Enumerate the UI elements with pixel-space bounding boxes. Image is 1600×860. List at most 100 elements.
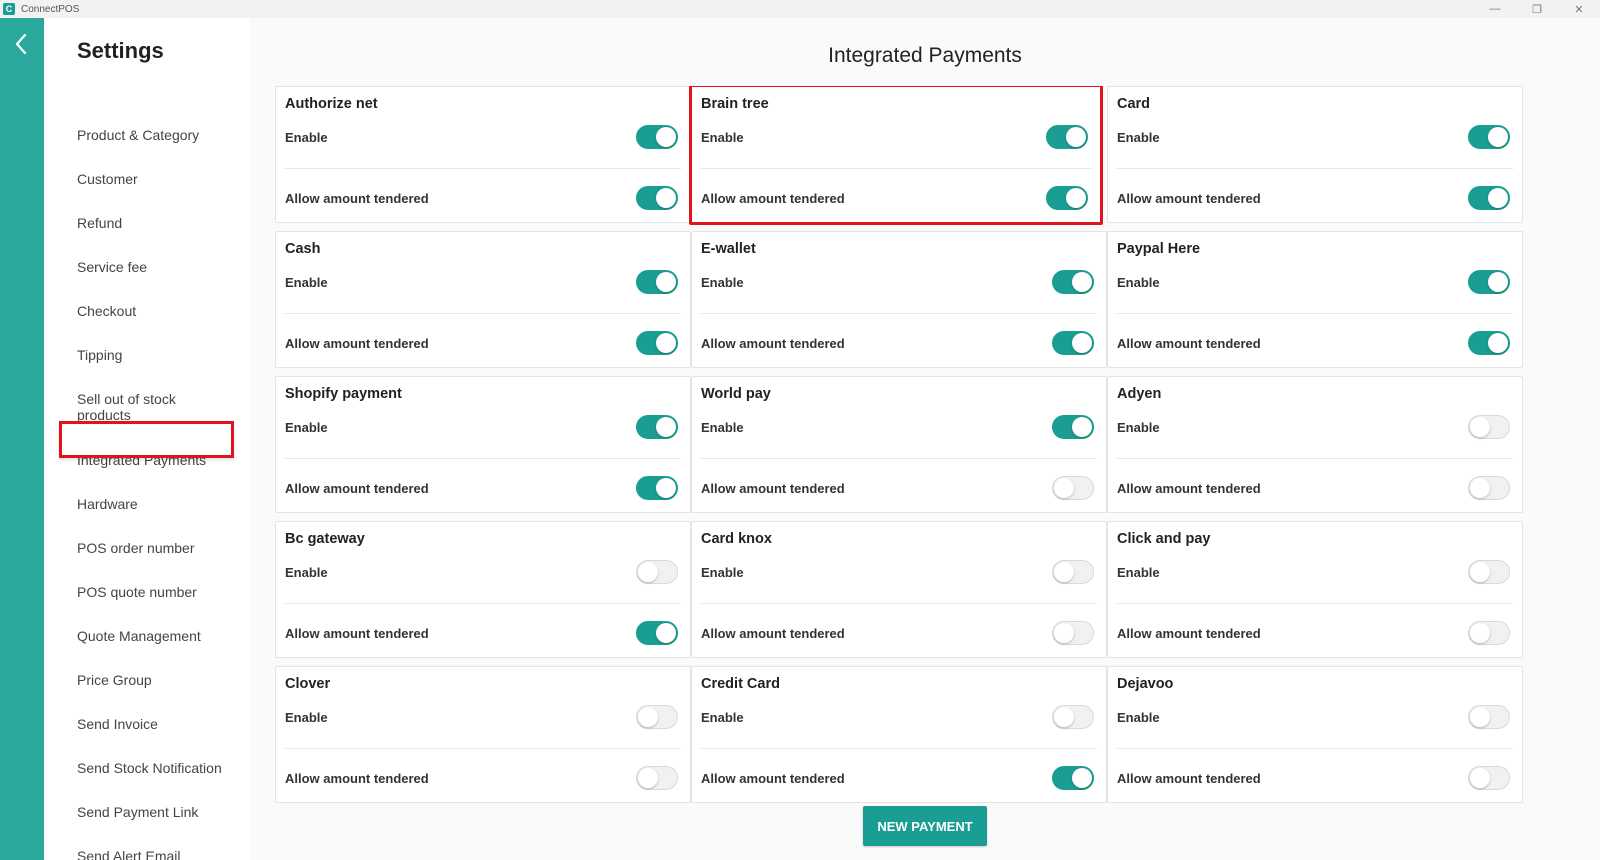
allow-amount-tendered-toggle[interactable]: [636, 766, 678, 790]
minimize-icon[interactable]: —: [1488, 3, 1502, 15]
row-divider: [1117, 458, 1513, 459]
allow-amount-tendered-label: Allow amount tendered: [701, 336, 845, 351]
allow-amount-tendered-label: Allow amount tendered: [285, 336, 429, 351]
sidebar-item-pos-quote-number[interactable]: POS quote number: [77, 584, 242, 600]
toggle-knob: [1072, 272, 1092, 292]
new-payment-button[interactable]: NEW PAYMENT: [863, 806, 987, 846]
enable-toggle[interactable]: [636, 705, 678, 729]
toggle-knob: [1072, 333, 1092, 353]
payment-name: E-wallet: [701, 241, 756, 257]
enable-toggle[interactable]: [1052, 415, 1094, 439]
allow-amount-tendered-label: Allow amount tendered: [285, 771, 429, 786]
enable-toggle[interactable]: [1468, 270, 1510, 294]
toggle-knob: [656, 333, 676, 353]
sidebar-item-hardware[interactable]: Hardware: [77, 496, 242, 512]
toggle-knob: [1488, 188, 1508, 208]
toggle-knob: [638, 562, 658, 582]
sidebar-item-service-fee[interactable]: Service fee: [77, 259, 242, 275]
sidebar-item-sell-out-of-stock[interactable]: Sell out of stock products: [77, 391, 207, 423]
payment-name: Card: [1117, 96, 1151, 112]
payment-card-bc-gateway: Bc gateway Enable Allow amount tendered: [275, 521, 691, 658]
enable-toggle[interactable]: [636, 125, 678, 149]
toggle-knob: [656, 417, 676, 437]
allow-amount-tendered-toggle[interactable]: [1052, 476, 1094, 500]
allow-amount-tendered-toggle[interactable]: [1468, 766, 1510, 790]
allow-amount-tendered-toggle[interactable]: [1052, 331, 1094, 355]
enable-toggle[interactable]: [636, 415, 678, 439]
payment-name: Brain tree: [701, 96, 769, 112]
enable-label: Enable: [285, 275, 328, 290]
allow-amount-tendered-toggle[interactable]: [1468, 621, 1510, 645]
allow-amount-tendered-toggle[interactable]: [1468, 476, 1510, 500]
toggle-knob: [656, 127, 676, 147]
enable-toggle[interactable]: [636, 270, 678, 294]
allow-amount-tendered-label: Allow amount tendered: [1117, 191, 1261, 206]
enable-label: Enable: [701, 565, 744, 580]
enable-label: Enable: [1117, 275, 1160, 290]
main-panel: Integrated Payments Authorize net Enable A…: [250, 18, 1600, 860]
enable-toggle[interactable]: [1052, 705, 1094, 729]
allow-amount-tendered-toggle[interactable]: [1468, 186, 1510, 210]
enable-label: Enable: [285, 565, 328, 580]
sidebar-item-refund[interactable]: Refund: [77, 215, 242, 231]
enable-toggle[interactable]: [1468, 125, 1510, 149]
allow-amount-tendered-toggle[interactable]: [636, 476, 678, 500]
payments-scroll-area[interactable]: Authorize net Enable Allow amount tendered…: [275, 86, 1565, 812]
row-divider: [701, 748, 1097, 749]
payment-card-card-knox: Card knox Enable Allow amount tendered: [691, 521, 1107, 658]
back-arrow-icon[interactable]: [10, 32, 34, 56]
enable-toggle[interactable]: [1046, 125, 1088, 149]
sidebar-item-send-stock-notification[interactable]: Send Stock Notification: [77, 760, 242, 776]
allow-amount-tendered-toggle[interactable]: [1046, 186, 1088, 210]
restore-icon[interactable]: ❐: [1530, 3, 1544, 16]
sidebar-item-send-alert-email[interactable]: Send Alert Email: [77, 848, 242, 860]
toggle-knob: [1470, 623, 1490, 643]
allow-amount-tendered-toggle[interactable]: [1052, 766, 1094, 790]
enable-label: Enable: [1117, 420, 1160, 435]
toggle-knob: [1470, 562, 1490, 582]
active-item-highlight: [59, 421, 234, 458]
toggle-knob: [1072, 768, 1092, 788]
allow-amount-tendered-toggle[interactable]: [636, 186, 678, 210]
sidebar-item-price-group[interactable]: Price Group: [77, 672, 242, 688]
sidebar-item-product-category[interactable]: Product & Category: [77, 127, 242, 143]
sidebar-item-tipping[interactable]: Tipping: [77, 347, 242, 363]
enable-toggle[interactable]: [636, 560, 678, 584]
payment-name: World pay: [701, 386, 771, 402]
row-divider: [285, 313, 681, 314]
app-logo-icon: C: [3, 3, 15, 15]
payment-card-cash: Cash Enable Allow amount tendered: [275, 231, 691, 368]
sidebar-item-send-payment-link[interactable]: Send Payment Link: [77, 804, 242, 820]
allow-amount-tendered-toggle[interactable]: [636, 331, 678, 355]
allow-amount-tendered-label: Allow amount tendered: [701, 481, 845, 496]
allow-amount-tendered-label: Allow amount tendered: [285, 191, 429, 206]
row-divider: [1117, 168, 1513, 169]
enable-toggle[interactable]: [1052, 270, 1094, 294]
payment-name: Authorize net: [285, 96, 378, 112]
sidebar-item-quote-management[interactable]: Quote Management: [77, 628, 242, 644]
toggle-knob: [1488, 127, 1508, 147]
sidebar-item-checkout[interactable]: Checkout: [77, 303, 242, 319]
toggle-knob: [1488, 272, 1508, 292]
enable-toggle[interactable]: [1468, 705, 1510, 729]
left-rail: [0, 18, 44, 860]
enable-toggle[interactable]: [1468, 560, 1510, 584]
allow-amount-tendered-toggle[interactable]: [1468, 331, 1510, 355]
allow-amount-tendered-toggle[interactable]: [1052, 621, 1094, 645]
sidebar-item-customer[interactable]: Customer: [77, 171, 242, 187]
enable-label: Enable: [285, 420, 328, 435]
enable-label: Enable: [1117, 710, 1160, 725]
enable-toggle[interactable]: [1052, 560, 1094, 584]
enable-toggle[interactable]: [1468, 415, 1510, 439]
toggle-knob: [1054, 478, 1074, 498]
row-divider: [1117, 748, 1513, 749]
enable-label: Enable: [1117, 130, 1160, 145]
sidebar-title: Settings: [77, 38, 164, 63]
payment-card-paypal-here: Paypal Here Enable Allow amount tendered: [1107, 231, 1523, 368]
close-icon[interactable]: ✕: [1572, 3, 1586, 16]
toggle-knob: [1488, 333, 1508, 353]
row-divider: [701, 603, 1097, 604]
sidebar-item-pos-order-number[interactable]: POS order number: [77, 540, 242, 556]
sidebar-item-send-invoice[interactable]: Send Invoice: [77, 716, 242, 732]
allow-amount-tendered-toggle[interactable]: [636, 621, 678, 645]
